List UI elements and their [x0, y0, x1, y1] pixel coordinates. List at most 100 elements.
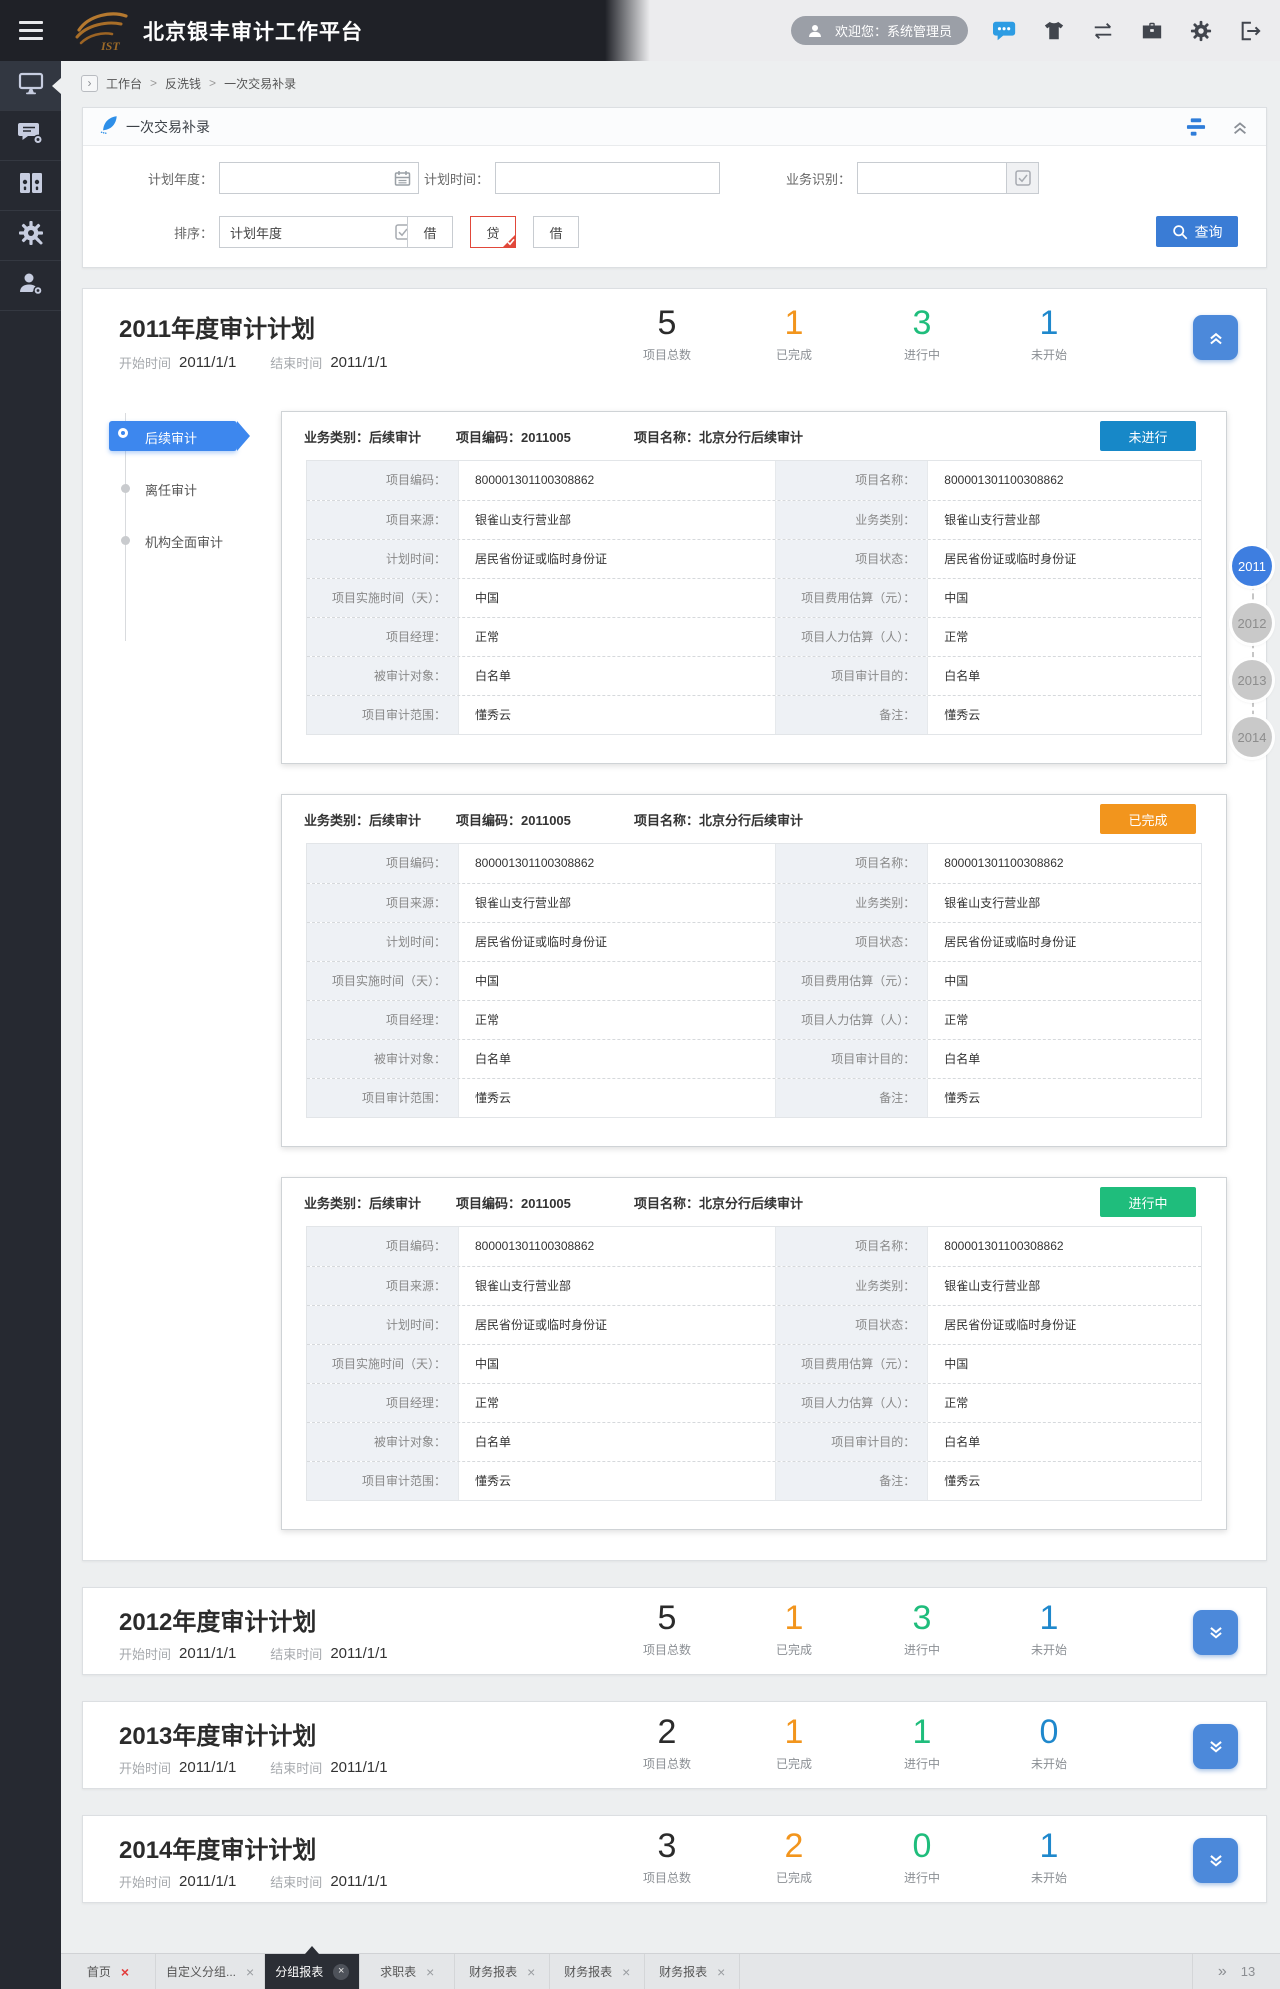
timeline-node-2014[interactable]: 2014	[1232, 717, 1272, 757]
search-button[interactable]: 查询	[1156, 216, 1238, 247]
app-logo-icon: IST	[73, 10, 131, 52]
tab-home[interactable]: 首页 ×	[61, 1954, 156, 1989]
filter-panel-header: 一次交易补录	[83, 108, 1266, 146]
tab-bullet	[121, 484, 130, 493]
collapse-year-button[interactable]	[1193, 315, 1238, 360]
close-icon[interactable]: ×	[622, 1965, 630, 1979]
table-row: 计划时间： 居民省份证或临时身份证 项目状态： 居民省份证或临时身份证	[307, 922, 1201, 961]
tab-departure-audit[interactable]: 离任审计	[83, 463, 281, 515]
field-label: 项目审计范围：	[307, 696, 459, 734]
end-time-label: 结束时间	[270, 1872, 322, 1891]
year-panel-2014: 2014年度审计计划 开始时间 2011/1/1 结束时间 2011/1/1 3…	[82, 1815, 1267, 1903]
start-time-label: 开始时间	[119, 353, 171, 372]
business-id-input[interactable]	[858, 163, 1006, 193]
stat-in-progress-label: 进行中	[862, 1641, 982, 1658]
table-row: 项目来源： 银雀山支行营业部 业务类别： 银雀山支行营业部	[307, 500, 1201, 539]
tab-finance-report-1[interactable]: 财务报表 ×	[455, 1954, 550, 1989]
close-icon[interactable]: ×	[246, 1965, 254, 1979]
stat-in-progress-value: 3	[862, 303, 982, 343]
year-panel-2013: 2013年度审计计划 开始时间 2011/1/1 结束时间 2011/1/1 2…	[82, 1701, 1267, 1789]
field-value: 白名单	[928, 657, 1201, 695]
field-label: 被审计对象：	[307, 1423, 459, 1461]
sidebar-item-message-config[interactable]	[0, 111, 61, 161]
checkbox-addon-button[interactable]	[1007, 162, 1039, 194]
sidebar-item-workbench[interactable]	[0, 61, 61, 111]
plan-year-input[interactable]	[220, 163, 418, 193]
tab-follow-up-audit[interactable]: 后续审计	[83, 411, 281, 463]
business-id-label: 业务识别：	[773, 169, 851, 188]
stat-total-value: 3	[607, 1826, 727, 1866]
expand-year-button[interactable]	[1193, 1724, 1238, 1769]
field-value: 居民省份证或临时身份证	[928, 1306, 1201, 1344]
logout-icon[interactable]	[1238, 19, 1262, 43]
header-toolbar: 欢迎您：系统管理员	[791, 0, 1280, 61]
field-label: 项目编码：	[307, 1227, 459, 1266]
menu-icon[interactable]	[0, 0, 61, 61]
sidebar-item-archives[interactable]	[0, 161, 61, 211]
tab-finance-report-3[interactable]: 财务报表 ×	[645, 1954, 740, 1989]
field-value: 800001301100308862	[459, 461, 776, 500]
field-value: 银雀山支行营业部	[928, 884, 1201, 922]
sort-input[interactable]	[220, 217, 418, 247]
user-welcome[interactable]: 欢迎您：系统管理员	[791, 16, 968, 45]
tab-finance-report-2[interactable]: 财务报表 ×	[550, 1954, 645, 1989]
table-row: 项目经理： 正常 项目人力估算（人）： 正常	[307, 1383, 1201, 1422]
close-icon[interactable]: ×	[527, 1965, 535, 1979]
collapse-panel-icon[interactable]	[1230, 117, 1250, 137]
field-value: 白名单	[459, 657, 776, 695]
debit-button-1[interactable]: 借	[407, 216, 453, 248]
sidebar-item-system-tools[interactable]	[0, 211, 61, 261]
year-title: 2014年度审计计划	[119, 1830, 316, 1865]
credit-button[interactable]: 贷	[470, 216, 516, 248]
field-value: 懂秀云	[928, 1462, 1201, 1500]
close-icon[interactable]: ×	[333, 1964, 349, 1980]
sidebar-item-user-admin[interactable]	[0, 261, 61, 311]
table-row: 项目编码： 800001301100308862 项目名称： 800001301…	[307, 1227, 1201, 1266]
start-time-label: 开始时间	[119, 1758, 171, 1777]
close-icon[interactable]: ×	[717, 1965, 725, 1979]
stat-total-value: 5	[607, 303, 727, 343]
tab-full-org-audit[interactable]: 机构全面审计	[83, 515, 281, 567]
more-tabs-icon[interactable]: »	[1218, 1963, 1227, 1981]
close-icon[interactable]: ×	[426, 1965, 434, 1979]
tab-group-report[interactable]: 分组报表 ×	[265, 1954, 360, 1989]
breadcrumb-item-aml[interactable]: 反洗钱	[165, 75, 201, 92]
timeline-node-2011[interactable]: 2011	[1232, 546, 1272, 586]
expand-year-button[interactable]	[1193, 1610, 1238, 1655]
timeline-node-2012[interactable]: 2012	[1232, 603, 1272, 643]
timeline-node-2013[interactable]: 2013	[1232, 660, 1272, 700]
start-time-value: 2011/1/1	[179, 1759, 236, 1776]
table-row: 项目审计范围： 懂秀云 备注： 懂秀云	[307, 1461, 1201, 1500]
field-value: 正常	[459, 1001, 776, 1039]
tab-label: 财务报表	[564, 1963, 612, 1980]
tab-job-table[interactable]: 求职表 ×	[360, 1954, 455, 1989]
settings-gear-icon[interactable]	[1189, 19, 1213, 43]
plan-year-label: 计划年度：	[129, 169, 213, 188]
project-card-in-progress: 业务类别：后续审计 项目编码：2011005 项目名称：北京分行后续审计 进行中…	[281, 1177, 1227, 1530]
project-card-list: 业务类别：后续审计 项目编码：2011005 项目名称：北京分行后续审计 未进行…	[281, 411, 1227, 1530]
stat-not-started-label: 未开始	[989, 1641, 1109, 1658]
tab-custom-group[interactable]: 自定义分组... ×	[156, 1954, 265, 1989]
user-icon	[803, 19, 827, 43]
table-row: 被审计对象： 白名单 项目审计目的： 白名单	[307, 656, 1201, 695]
plan-time-input[interactable]	[496, 163, 719, 193]
project-detail-table: 项目编码： 800001301100308862 项目名称： 800001301…	[306, 460, 1202, 735]
chevron-down-icon	[1205, 1622, 1227, 1644]
expand-year-button[interactable]	[1193, 1838, 1238, 1883]
sort-bars-icon[interactable]	[1186, 117, 1206, 137]
theme-shirt-icon[interactable]	[1042, 19, 1066, 43]
user-gear-icon	[18, 271, 44, 301]
switch-icon[interactable]	[1091, 19, 1115, 43]
audit-type-tabs: 后续审计 离任审计 机构全面审计	[83, 411, 281, 1011]
filter-panel: 一次交易补录 计划年度：	[82, 107, 1267, 268]
breadcrumb-item-workbench[interactable]: 工作台	[106, 75, 142, 92]
stat-not-started-value: 0	[989, 1712, 1109, 1752]
stat-not-started-value: 1	[989, 1826, 1109, 1866]
debit-button-2[interactable]: 借	[533, 216, 579, 248]
stat-total-value: 5	[607, 1598, 727, 1638]
briefcase-icon[interactable]	[1140, 19, 1164, 43]
calendar-icon[interactable]	[394, 170, 411, 190]
message-icon[interactable]	[993, 19, 1017, 43]
selected-corner-mark	[502, 234, 516, 248]
close-icon[interactable]: ×	[121, 1965, 129, 1979]
